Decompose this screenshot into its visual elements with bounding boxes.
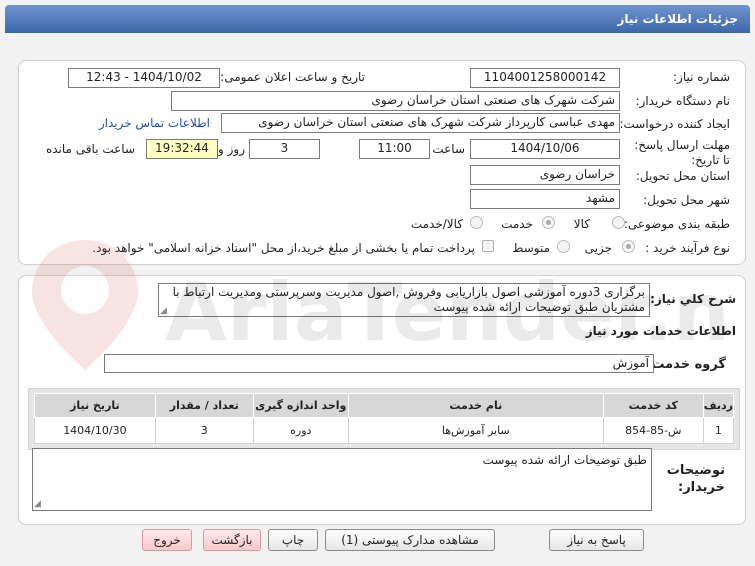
- page-title: جزئیات اطلاعات نیاز: [617, 12, 738, 26]
- announce-datetime-label: تاریخ و ساعت اعلان عمومی:: [220, 70, 365, 84]
- process-radio-minor[interactable]: [622, 240, 635, 253]
- category-option-goods: کالا: [573, 217, 590, 231]
- service-group-field: آموزش: [104, 354, 654, 373]
- process-label: نوع فرآیند خرید :: [645, 241, 730, 255]
- cell-row: 1: [702, 417, 735, 444]
- deadline-date-field: 1404/10/06: [470, 139, 620, 159]
- buyer-notes-textarea[interactable]: طبق توضیحات ارائه شده پیوست: [32, 448, 652, 511]
- exit-button[interactable]: خروج: [142, 529, 192, 551]
- remaining-label: ساعت باقی مانده: [45, 142, 135, 156]
- buyer-contact-link[interactable]: اطلاعات تماس خریدار: [99, 116, 210, 130]
- col-service-name: نام خدمت: [347, 393, 604, 418]
- remaining-time-field: 19:32:44: [146, 139, 218, 159]
- buyer-org-field: شرکت شهرک های صنعتی استان خراسان رضوی: [171, 91, 620, 111]
- category-radio-service[interactable]: [542, 216, 555, 229]
- category-radio-goods[interactable]: [612, 216, 625, 229]
- description-textarea[interactable]: برگزاری 3دوره آموزشی اصول بازاریابی وفرو…: [158, 283, 650, 317]
- category-label: طبقه بندی موضوعی:: [623, 217, 730, 231]
- category-radio-goods-service[interactable]: [470, 216, 483, 229]
- process-radio-medium[interactable]: [557, 240, 570, 253]
- back-button[interactable]: بازگشت: [203, 529, 261, 551]
- services-table: ردیف کد خدمت نام خدمت واحد اندازه گیری ت…: [34, 393, 735, 444]
- services-section-title: اطلاعات خدمات مورد نیاز: [585, 324, 736, 338]
- col-unit: واحد اندازه گیری: [252, 393, 349, 418]
- deadline-time-field: 11:00: [359, 139, 430, 159]
- deadline-label: مهلت ارسال پاسخ: تا تاریخ:: [634, 138, 730, 167]
- province-label: استان محل تحویل:: [635, 169, 730, 183]
- process-option-medium: متوسط: [512, 241, 550, 255]
- days-and-label: روز و: [218, 142, 245, 156]
- services-table-wrapper: ردیف کد خدمت نام خدمت واحد اندازه گیری ت…: [28, 388, 740, 450]
- deadline-hour-label: ساعت: [432, 142, 465, 156]
- col-quantity: تعداد / مقدار: [154, 393, 254, 418]
- creator-label: ایجاد کننده درخواست:: [619, 117, 730, 131]
- treasury-payment-note: پرداخت تمام یا بخشی از مبلغ خرید،از محل …: [92, 241, 475, 255]
- description-resize-icon[interactable]: ◢: [160, 306, 170, 316]
- creator-field: مهدی عباسی کارپرداز شرکت شهرک های صنعتی …: [221, 113, 620, 133]
- cell-need-date: 1404/10/30: [34, 417, 156, 444]
- view-attachments-button[interactable]: مشاهده مدارک پیوستی (1): [325, 529, 495, 551]
- reply-button[interactable]: پاسخ به نیاز: [549, 529, 644, 551]
- print-button[interactable]: چاپ: [268, 529, 318, 551]
- category-option-service: خدمت: [501, 217, 533, 231]
- buyer-notes-resize-icon[interactable]: ◢: [34, 499, 44, 509]
- city-label: شهر محل تحویل:: [643, 193, 730, 207]
- city-field: مشهد: [470, 189, 620, 209]
- services-table-header: ردیف کد خدمت نام خدمت واحد اندازه گیری ت…: [34, 393, 735, 418]
- need-number-label: شماره نیاز:: [673, 70, 730, 84]
- announce-datetime-field: 1404/10/02 - 12:43: [68, 68, 220, 88]
- service-group-label: گروه خدمت:: [646, 357, 726, 372]
- treasury-payment-checkbox[interactable]: [482, 240, 494, 252]
- cell-service-name: سایر آموزش‌ها: [347, 417, 604, 444]
- col-row: ردیف: [702, 393, 735, 418]
- col-need-date: تاریخ نیاز: [34, 393, 156, 418]
- cell-quantity: 3: [154, 417, 254, 444]
- table-row[interactable]: 1 ش-85-854 سایر آموزش‌ها دوره 3 1404/10/…: [34, 417, 735, 444]
- category-option-goods-service: کالا/خدمت: [410, 217, 463, 231]
- col-service-code: کد خدمت: [602, 393, 704, 418]
- province-field: خراسان رضوی: [470, 165, 620, 185]
- cell-service-code: ش-85-854: [602, 417, 704, 444]
- remaining-days-field: 3: [249, 139, 320, 159]
- need-number-field: 1104001258000142: [470, 68, 620, 88]
- page-header: جزئیات اطلاعات نیاز: [5, 5, 750, 33]
- cell-unit: دوره: [252, 417, 349, 444]
- buyer-notes-label: توضیحات خریدار:: [666, 463, 725, 495]
- process-option-minor: جزیی: [584, 241, 612, 255]
- description-label: شرح کلي نياز:: [650, 292, 736, 306]
- buyer-org-label: نام دستگاه خریدار:: [635, 94, 731, 108]
